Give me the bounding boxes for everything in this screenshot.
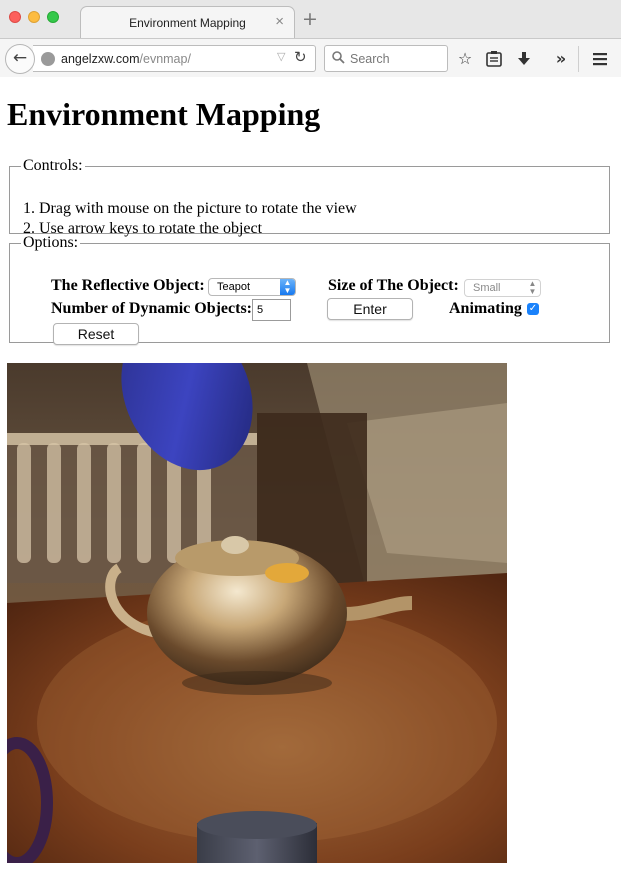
dynamic-objects-input[interactable]: 5 — [252, 299, 291, 321]
toolbar-separator — [578, 46, 579, 72]
scene-graphic — [7, 363, 507, 863]
reflective-object-label: The Reflective Object: — [51, 277, 205, 294]
window-minimize-button[interactable] — [28, 11, 40, 23]
search-input[interactable]: Search — [324, 45, 448, 72]
hamburger-menu-icon[interactable] — [591, 50, 609, 68]
enter-button[interactable]: Enter — [327, 298, 413, 320]
animating-label: Animating — [449, 300, 522, 317]
globe-icon — [41, 52, 55, 66]
reflective-object-value: Teapot — [217, 281, 251, 293]
tab-title: Environment Mapping — [129, 16, 246, 30]
reload-icon[interactable]: ↻ — [294, 48, 307, 66]
options-fieldset: Options: The Reflective Object: Teapot ▲… — [9, 234, 610, 345]
browser-chrome: Environment Mapping × + angelzxw.com/evn… — [0, 0, 621, 77]
select-arrows-icon: ▲ ▼ — [280, 279, 295, 295]
window-maximize-button[interactable] — [47, 11, 59, 23]
download-icon[interactable] — [515, 50, 533, 68]
navigation-bar: angelzxw.com/evnmap/ ▽ ↻ ← Search ☆ » — [0, 38, 621, 77]
back-arrow-icon[interactable]: ← — [5, 44, 35, 74]
options-legend: Options: — [23, 234, 79, 251]
search-icon — [332, 51, 345, 64]
window-close-button[interactable] — [9, 11, 21, 23]
controls-list: 1. Drag with mouse on the picture to rot… — [23, 199, 357, 239]
reset-button[interactable]: Reset — [53, 323, 139, 345]
search-placeholder: Search — [350, 52, 390, 66]
object-size-label: Size of The Object: — [328, 277, 459, 294]
tab-close-icon[interactable]: × — [275, 13, 284, 30]
url-path: /evnmap/ — [139, 52, 191, 66]
overflow-chevron-icon[interactable]: » — [552, 50, 570, 68]
bookmark-star-icon[interactable]: ☆ — [456, 50, 474, 68]
url-bar[interactable]: angelzxw.com/evnmap/ ▽ ↻ — [33, 45, 316, 72]
select-arrows-icon: ▲ ▼ — [528, 279, 537, 296]
dropdown-icon[interactable]: ▽ — [277, 50, 285, 63]
object-size-value: Small — [473, 282, 501, 294]
controls-item: 1. Drag with mouse on the picture to rot… — [23, 200, 357, 217]
page-title: Environment Mapping — [7, 96, 321, 132]
browser-tab[interactable]: Environment Mapping × — [80, 6, 295, 38]
object-size-select[interactable]: Small ▲ ▼ — [464, 279, 541, 297]
url-domain: angelzxw.com — [61, 52, 140, 66]
render-canvas[interactable] — [7, 363, 507, 863]
controls-legend: Controls: — [23, 157, 83, 174]
reading-list-icon[interactable] — [485, 50, 503, 68]
dynamic-objects-label: Number of Dynamic Objects: — [51, 300, 253, 317]
controls-fieldset: Controls: 1. Drag with mouse on the pict… — [9, 157, 610, 237]
new-tab-button[interactable]: + — [302, 10, 318, 29]
url-text: angelzxw.com/evnmap/ — [61, 52, 191, 66]
animating-checkbox[interactable]: ✓ — [527, 303, 539, 315]
reflective-object-select[interactable]: Teapot ▲ ▼ — [208, 278, 296, 296]
